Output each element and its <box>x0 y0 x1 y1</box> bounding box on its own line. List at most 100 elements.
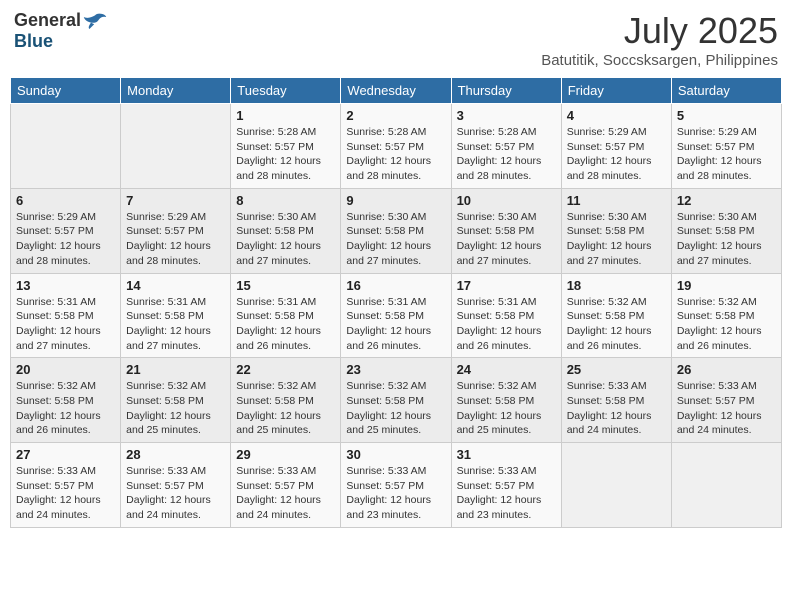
calendar-cell <box>561 443 671 528</box>
day-info: Sunrise: 5:33 AMSunset: 5:57 PMDaylight:… <box>236 464 335 523</box>
day-number: 3 <box>457 108 556 123</box>
calendar-cell: 15 Sunrise: 5:31 AMSunset: 5:58 PMDayligh… <box>231 273 341 358</box>
calendar-cell: 17Sunrise: 5:31 AMSunset: 5:58 PMDayligh… <box>451 273 561 358</box>
calendar-week-row: 13 Sunrise: 5:31 AMSunset: 5:58 PMDayligh… <box>11 273 782 358</box>
calendar-cell: 21 Sunrise: 5:32 AMSunset: 5:58 PMDayligh… <box>121 358 231 443</box>
day-number: 23 <box>346 362 445 377</box>
calendar-cell: 4 Sunrise: 5:29 AMSunset: 5:57 PMDaylight… <box>561 104 671 189</box>
day-info: Sunrise: 5:33 AMSunset: 5:57 PMDaylight:… <box>457 464 556 523</box>
calendar-cell: 31Sunrise: 5:33 AMSunset: 5:57 PMDayligh… <box>451 443 561 528</box>
calendar-cell: 9 Sunrise: 5:30 AMSunset: 5:58 PMDaylight… <box>341 188 451 273</box>
weekday-header-wednesday: Wednesday <box>341 78 451 104</box>
day-number: 15 <box>236 278 335 293</box>
day-number: 30 <box>346 447 445 462</box>
day-info: Sunrise: 5:32 AMSunset: 5:58 PMDaylight:… <box>236 379 335 438</box>
day-number: 6 <box>16 193 115 208</box>
calendar-cell: 20 Sunrise: 5:32 AMSunset: 5:58 PMDayligh… <box>11 358 121 443</box>
calendar-cell: 19 Sunrise: 5:32 AMSunset: 5:58 PMDayligh… <box>671 273 781 358</box>
weekday-header-row: SundayMondayTuesdayWednesdayThursdayFrid… <box>11 78 782 104</box>
calendar-cell: 22 Sunrise: 5:32 AMSunset: 5:58 PMDayligh… <box>231 358 341 443</box>
day-info: Sunrise: 5:31 AMSunset: 5:58 PMDaylight:… <box>126 295 225 354</box>
day-info: Sunrise: 5:33 AMSunset: 5:57 PMDaylight:… <box>16 464 115 523</box>
day-info: Sunrise: 5:30 AMSunset: 5:58 PMDaylight:… <box>346 210 445 269</box>
day-info: Sunrise: 5:32 AMSunset: 5:58 PMDaylight:… <box>677 295 776 354</box>
calendar-week-row: 6 Sunrise: 5:29 AMSunset: 5:57 PMDaylight… <box>11 188 782 273</box>
day-number: 16 <box>346 278 445 293</box>
day-info: Sunrise: 5:28 AMSunset: 5:57 PMDaylight:… <box>346 125 445 184</box>
day-number: 25 <box>567 362 666 377</box>
day-number: 14 <box>126 278 225 293</box>
day-number: 8 <box>236 193 335 208</box>
day-number: 11 <box>567 193 666 208</box>
logo-bird-icon <box>83 11 107 31</box>
day-info: Sunrise: 5:29 AMSunset: 5:57 PMDaylight:… <box>16 210 115 269</box>
day-info: Sunrise: 5:29 AMSunset: 5:57 PMDaylight:… <box>567 125 666 184</box>
calendar-week-row: 20 Sunrise: 5:32 AMSunset: 5:58 PMDayligh… <box>11 358 782 443</box>
calendar-cell: 26Sunrise: 5:33 AMSunset: 5:57 PMDayligh… <box>671 358 781 443</box>
calendar-cell: 18Sunrise: 5:32 AMSunset: 5:58 PMDayligh… <box>561 273 671 358</box>
day-number: 26 <box>677 362 776 377</box>
day-number: 19 <box>677 278 776 293</box>
weekday-header-friday: Friday <box>561 78 671 104</box>
calendar-cell: 12Sunrise: 5:30 AMSunset: 5:58 PMDayligh… <box>671 188 781 273</box>
day-number: 27 <box>16 447 115 462</box>
calendar-table: SundayMondayTuesdayWednesdayThursdayFrid… <box>10 77 782 528</box>
day-info: Sunrise: 5:32 AMSunset: 5:58 PMDaylight:… <box>346 379 445 438</box>
month-year-title: July 2025 <box>541 10 778 52</box>
calendar-cell: 5 Sunrise: 5:29 AMSunset: 5:57 PMDaylight… <box>671 104 781 189</box>
calendar-cell <box>11 104 121 189</box>
weekday-header-tuesday: Tuesday <box>231 78 341 104</box>
calendar-cell: 16 Sunrise: 5:31 AMSunset: 5:58 PMDayligh… <box>341 273 451 358</box>
day-number: 29 <box>236 447 335 462</box>
calendar-cell: 13Sunrise: 5:31 AMSunset: 5:58 PMDayligh… <box>11 273 121 358</box>
calendar-cell: 14 Sunrise: 5:31 AMSunset: 5:58 PMDayligh… <box>121 273 231 358</box>
logo-general-text: General <box>14 10 81 31</box>
day-info: Sunrise: 5:29 AMSunset: 5:57 PMDaylight:… <box>677 125 776 184</box>
day-info: Sunrise: 5:32 AMSunset: 5:58 PMDaylight:… <box>457 379 556 438</box>
logo: General Blue <box>14 10 107 52</box>
day-number: 4 <box>567 108 666 123</box>
calendar-cell: 11Sunrise: 5:30 AMSunset: 5:58 PMDayligh… <box>561 188 671 273</box>
calendar-cell: 10 Sunrise: 5:30 AMSunset: 5:58 PMDayligh… <box>451 188 561 273</box>
day-info: Sunrise: 5:31 AMSunset: 5:58 PMDaylight:… <box>236 295 335 354</box>
calendar-week-row: 27 Sunrise: 5:33 AMSunset: 5:57 PMDayligh… <box>11 443 782 528</box>
calendar-cell: 7Sunrise: 5:29 AMSunset: 5:57 PMDaylight… <box>121 188 231 273</box>
page-header: General Blue July 2025 Batutitik, Soccsk… <box>10 10 782 69</box>
day-info: Sunrise: 5:33 AMSunset: 5:57 PMDaylight:… <box>346 464 445 523</box>
day-info: Sunrise: 5:29 AMSunset: 5:57 PMDaylight:… <box>126 210 225 269</box>
day-number: 13 <box>16 278 115 293</box>
day-number: 2 <box>346 108 445 123</box>
calendar-cell: 29 Sunrise: 5:33 AMSunset: 5:57 PMDayligh… <box>231 443 341 528</box>
day-number: 22 <box>236 362 335 377</box>
day-info: Sunrise: 5:30 AMSunset: 5:58 PMDaylight:… <box>457 210 556 269</box>
day-number: 20 <box>16 362 115 377</box>
weekday-header-monday: Monday <box>121 78 231 104</box>
calendar-cell: 25 Sunrise: 5:33 AMSunset: 5:58 PMDayligh… <box>561 358 671 443</box>
calendar-cell: 1 Sunrise: 5:28 AMSunset: 5:57 PMDaylight… <box>231 104 341 189</box>
day-number: 10 <box>457 193 556 208</box>
day-number: 9 <box>346 193 445 208</box>
location-subtitle: Batutitik, Soccsksargen, Philippines <box>541 52 778 69</box>
calendar-cell: 24 Sunrise: 5:32 AMSunset: 5:58 PMDayligh… <box>451 358 561 443</box>
calendar-cell: 23 Sunrise: 5:32 AMSunset: 5:58 PMDayligh… <box>341 358 451 443</box>
day-info: Sunrise: 5:28 AMSunset: 5:57 PMDaylight:… <box>236 125 335 184</box>
calendar-cell: 28Sunrise: 5:33 AMSunset: 5:57 PMDayligh… <box>121 443 231 528</box>
day-info: Sunrise: 5:32 AMSunset: 5:58 PMDaylight:… <box>16 379 115 438</box>
day-info: Sunrise: 5:33 AMSunset: 5:58 PMDaylight:… <box>567 379 666 438</box>
title-block: July 2025 Batutitik, Soccsksargen, Phili… <box>541 10 778 69</box>
calendar-cell: 2 Sunrise: 5:28 AMSunset: 5:57 PMDaylight… <box>341 104 451 189</box>
day-info: Sunrise: 5:32 AMSunset: 5:58 PMDaylight:… <box>126 379 225 438</box>
day-info: Sunrise: 5:31 AMSunset: 5:58 PMDaylight:… <box>346 295 445 354</box>
weekday-header-thursday: Thursday <box>451 78 561 104</box>
day-number: 21 <box>126 362 225 377</box>
day-info: Sunrise: 5:30 AMSunset: 5:58 PMDaylight:… <box>677 210 776 269</box>
day-number: 1 <box>236 108 335 123</box>
day-number: 5 <box>677 108 776 123</box>
calendar-cell <box>671 443 781 528</box>
calendar-cell: 27 Sunrise: 5:33 AMSunset: 5:57 PMDayligh… <box>11 443 121 528</box>
day-number: 28 <box>126 447 225 462</box>
calendar-week-row: 1 Sunrise: 5:28 AMSunset: 5:57 PMDaylight… <box>11 104 782 189</box>
calendar-cell: 6 Sunrise: 5:29 AMSunset: 5:57 PMDaylight… <box>11 188 121 273</box>
day-number: 24 <box>457 362 556 377</box>
day-info: Sunrise: 5:32 AMSunset: 5:58 PMDaylight:… <box>567 295 666 354</box>
